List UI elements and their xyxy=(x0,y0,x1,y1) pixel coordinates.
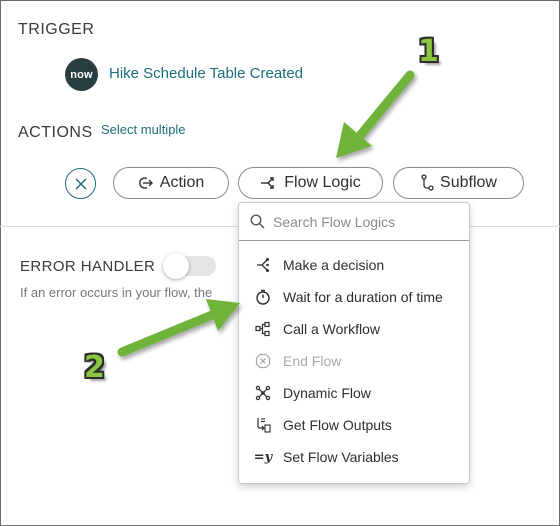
toggle-knob xyxy=(163,253,189,279)
menu-item-make-a-decision[interactable]: Make a decision xyxy=(239,249,469,281)
add-flow-logic-button[interactable]: Flow Logic xyxy=(238,167,383,199)
flow-logic-search-input[interactable] xyxy=(273,213,463,230)
flow-outputs-icon xyxy=(255,417,271,433)
menu-item-label: Get Flow Outputs xyxy=(283,417,392,433)
error-handler-title: ERROR HANDLER xyxy=(20,258,156,275)
flow-logic-search xyxy=(239,203,469,241)
flow-logic-button-label: Flow Logic xyxy=(284,174,361,191)
dynamic-flow-icon xyxy=(255,385,271,401)
menu-item-label: Dynamic Flow xyxy=(283,385,371,401)
callout-number-1: 1 xyxy=(418,34,439,69)
trigger-name-link[interactable]: Hike Schedule Table Created xyxy=(109,65,303,82)
dropdown-scroll-fade xyxy=(239,477,469,483)
menu-item-call-a-workflow[interactable]: Call a Workflow xyxy=(239,313,469,345)
menu-item-label: Make a decision xyxy=(283,257,385,273)
error-handler-toggle[interactable] xyxy=(163,253,216,279)
menu-item-dynamic-flow[interactable]: Dynamic Flow xyxy=(239,377,469,409)
add-action-button[interactable]: Action xyxy=(113,167,229,199)
menu-item-end-flow: End Flow xyxy=(239,345,469,377)
action-button-label: Action xyxy=(159,174,205,191)
close-button[interactable] xyxy=(65,168,96,199)
action-arrow-icon xyxy=(138,177,153,189)
menu-item-label: End Flow xyxy=(283,353,342,369)
set-variables-icon: =y xyxy=(253,449,273,465)
flow-logic-icon xyxy=(261,177,274,189)
menu-item-label: Call a Workflow xyxy=(283,321,380,337)
error-handler-description: If an error occurs in your flow, the xyxy=(20,285,213,300)
menu-item-set-flow-variables[interactable]: =y Set Flow Variables xyxy=(239,441,469,473)
servicenow-logo: now xyxy=(65,58,98,91)
flow-logic-dropdown: Make a decision Wait for a duration of t… xyxy=(238,202,470,484)
menu-item-label: Wait for a duration of time xyxy=(283,289,443,305)
end-flow-icon xyxy=(255,353,271,369)
select-multiple-link[interactable]: Select multiple xyxy=(101,122,186,137)
actions-section-title: ACTIONS xyxy=(18,124,93,141)
trigger-section-title: TRIGGER xyxy=(18,21,95,38)
subflow-icon xyxy=(421,174,434,191)
stopwatch-icon xyxy=(255,289,271,305)
search-icon xyxy=(250,214,265,229)
add-subflow-button[interactable]: Subflow xyxy=(393,167,524,199)
menu-item-label: Set Flow Variables xyxy=(283,449,399,465)
decision-icon xyxy=(255,257,271,273)
close-icon xyxy=(74,177,87,190)
menu-item-get-flow-outputs[interactable]: Get Flow Outputs xyxy=(239,409,469,441)
flow-logic-list: Make a decision Wait for a duration of t… xyxy=(239,249,469,473)
workflow-icon xyxy=(255,321,271,337)
menu-item-wait-for-duration[interactable]: Wait for a duration of time xyxy=(239,281,469,313)
callout-number-2: 2 xyxy=(84,350,105,385)
subflow-button-label: Subflow xyxy=(440,174,497,191)
